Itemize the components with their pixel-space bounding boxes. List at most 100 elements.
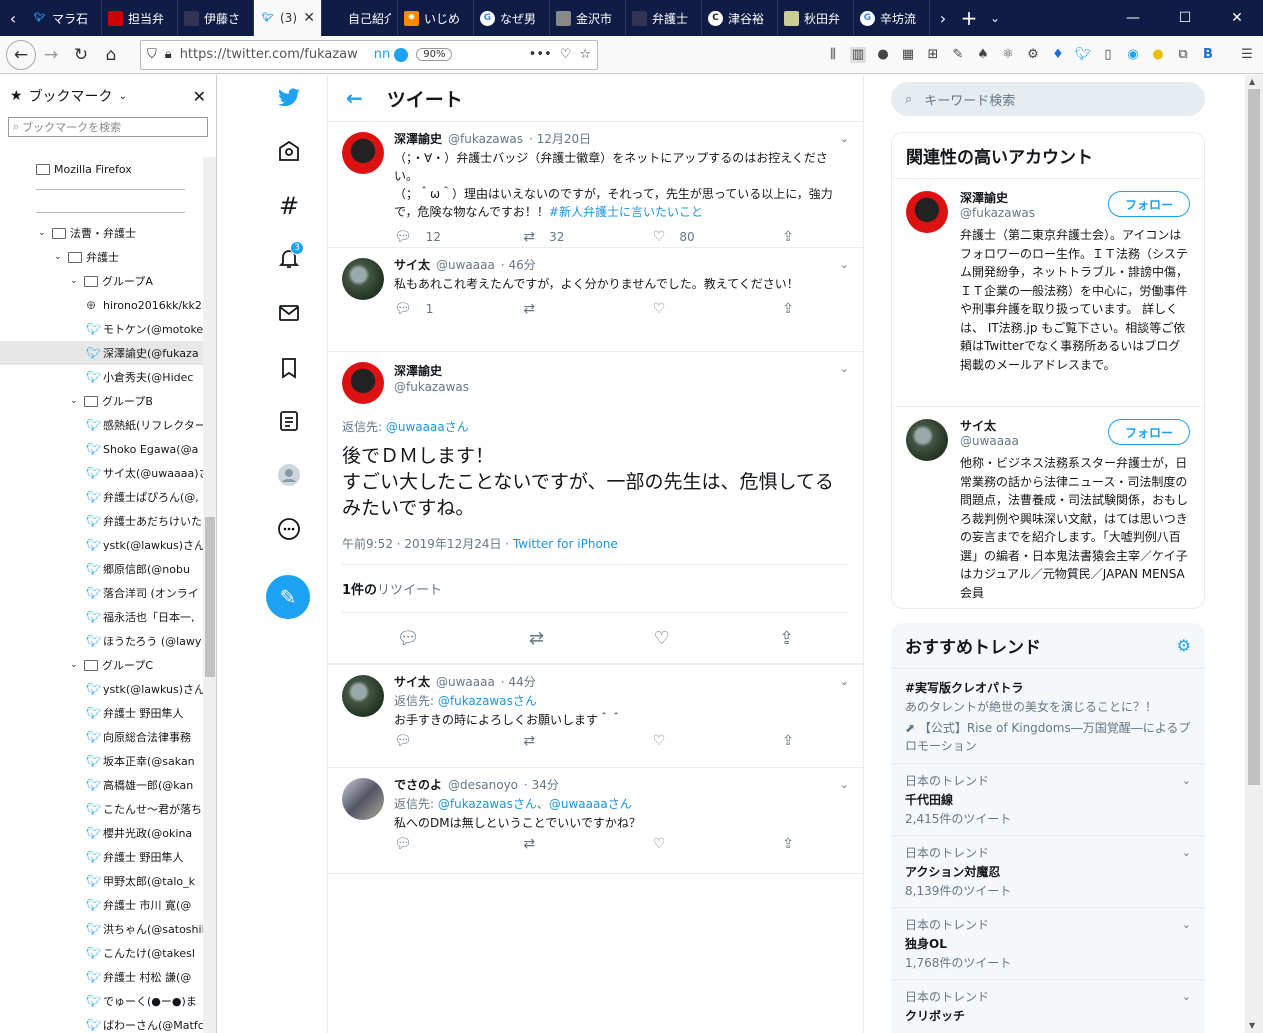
extensions-icon[interactable]: ⊞ <box>925 47 941 63</box>
extension-dot-icon[interactable] <box>394 47 409 62</box>
bookmark-search-input[interactable]: ⌕ ブックマークを検索 <box>8 117 208 137</box>
tab-3[interactable]: 🐦︎ (3) ✕ <box>254 0 322 36</box>
new-tab-button[interactable]: + <box>956 0 982 36</box>
library-icon[interactable]: ⫼ <box>825 47 841 63</box>
close-icon[interactable]: ✕ <box>193 87 206 106</box>
messages-mail-icon[interactable] <box>274 298 304 328</box>
author-handle[interactable]: @desanoyo <box>448 778 518 792</box>
chevron-down-icon[interactable]: ⌄ <box>70 276 80 286</box>
twitter-logo-icon[interactable] <box>274 83 304 113</box>
tab-list-button[interactable]: ⌄ <box>982 0 1008 36</box>
bookmark-item[interactable]: 🐦︎ 甲野太郎(@talo_k <box>0 869 203 893</box>
bookmark-star-icon[interactable]: ☆ <box>579 47 591 62</box>
retweet-icon[interactable]: ⇄ <box>529 628 544 649</box>
tab-5[interactable]: ✸ いじめ <box>398 0 474 36</box>
avatar[interactable] <box>906 419 948 461</box>
translate-icon[interactable]: ⚛ <box>1000 47 1016 63</box>
avatar[interactable] <box>342 132 384 174</box>
tweet-time[interactable]: · 34分 <box>524 776 559 793</box>
idea-icon[interactable]: ● <box>1150 47 1166 63</box>
minimize-button[interactable]: — <box>1107 0 1159 36</box>
chevron-down-icon[interactable]: ⌄ <box>1182 774 1191 787</box>
share-icon[interactable]: ⇪ <box>779 628 794 649</box>
bookmark-item[interactable]: 🐦︎ 弁護士ぱぴろん(@, <box>0 485 203 509</box>
bookmark-item[interactable]: 🐦︎ 弁護士 市川 寛(@ <box>0 893 203 917</box>
author-handle[interactable]: @uwaaaa <box>436 258 495 272</box>
bookmark-item[interactable]: 🐦︎ ystk(@lawkus)さん <box>0 533 203 557</box>
screenshot-icon[interactable]: ▦ <box>900 47 916 63</box>
avatar[interactable] <box>342 778 384 820</box>
bookmark-item[interactable]: 🐦︎ 弁護士あだちけいた <box>0 509 203 533</box>
heart-icon[interactable]: ♡ <box>654 628 670 649</box>
bookmark-folder[interactable]: ⌄ 法曹・弁護士 <box>0 221 203 245</box>
like-button[interactable]: ♡ <box>653 301 753 317</box>
bookmark-item[interactable]: 🐦︎ ばわーさん(@Matfc <box>0 1013 203 1033</box>
retweet-summary[interactable]: 1件のリツイート <box>342 565 849 613</box>
author-name[interactable]: でさのよ <box>394 776 442 793</box>
tab-9[interactable]: C 津谷裕 <box>702 0 778 36</box>
scroll-down-icon[interactable]: ▼ <box>1249 1021 1255 1030</box>
tab-0[interactable]: 🐦︎ マラ石 <box>26 0 102 36</box>
avatar[interactable] <box>906 191 948 233</box>
more-options-icon[interactable] <box>274 514 304 544</box>
reply-button[interactable]: 💬︎ 1 <box>394 301 494 317</box>
bookmark-item[interactable]: 🐦︎ こんたけ(@takesl <box>0 941 203 965</box>
page-scrollbar[interactable]: ▲ ▼ <box>1245 75 1263 1033</box>
feedly-icon[interactable]: ♦ <box>1050 47 1066 63</box>
tweet-datetime[interactable]: 午前9:52 · 2019年12月24日 · <box>342 537 513 551</box>
back-button[interactable]: ← <box>6 39 36 70</box>
home-icon[interactable] <box>274 136 304 166</box>
reply-to-link[interactable]: @uwaaaaさん <box>549 797 632 811</box>
trend-item[interactable]: 日本のトレンド クリボッチ ⌄ <box>891 980 1205 1032</box>
like-button[interactable]: ♡ 80 <box>653 229 753 245</box>
evernote-icon[interactable]: ♠ <box>975 47 991 63</box>
back-arrow-icon[interactable]: ← <box>346 86 363 110</box>
tweet-time[interactable]: · 44分 <box>501 673 536 690</box>
tab-4[interactable]: 自己紹介 <box>322 0 398 36</box>
account-card[interactable]: サイ太 @uwaaaa フォロー 他称・ビジネス法務系スター弁護士が，日常業務の… <box>892 407 1204 608</box>
tweet-time[interactable]: · 46分 <box>501 256 536 273</box>
tab-scroll-left-button[interactable]: ‹ <box>0 0 26 36</box>
tweet-reply[interactable]: サイ太 @uwaaaa · 46分 ⌄ 私もあれこれ考えたんですが，よく分かりま… <box>328 248 863 352</box>
scrollbar-thumb[interactable] <box>1248 89 1260 785</box>
tab-6[interactable]: G なぜ男 <box>474 0 550 36</box>
reply-button[interactable]: 💬︎ 12 <box>394 229 494 245</box>
bookmark-item[interactable]: 🐦︎ 櫻井光政(@okina <box>0 821 203 845</box>
bookmark-folder[interactable]: Mozilla Firefox <box>0 157 203 181</box>
trend-item[interactable]: 日本のトレンド 独身OL 1,768件のツイート ⌄ <box>891 908 1205 980</box>
bookmark-item[interactable]: 🐦︎ 弁護士 野田隼人 <box>0 845 203 869</box>
chevron-down-icon[interactable]: ⌄ <box>1182 990 1191 1003</box>
sidebar-toggle-icon[interactable]: ▥ <box>850 46 866 63</box>
bookmark-item[interactable]: 🐦︎ 洪ちゃん(@satoshil <box>0 917 203 941</box>
bookmark-item[interactable]: 🐦︎ 福永活也「日本一, <box>0 605 203 629</box>
menu-icon[interactable]: ☰ <box>1239 47 1255 63</box>
b-icon[interactable]: B <box>1200 47 1216 63</box>
author-name[interactable]: 深澤諭史 <box>394 362 469 380</box>
reload-button[interactable]: ↻ <box>66 40 96 70</box>
chevron-down-icon[interactable]: ⌄ <box>70 396 80 406</box>
chevron-down-icon[interactable]: ⌄ <box>840 362 849 375</box>
chevron-down-icon[interactable]: ⌄ <box>840 132 849 145</box>
bookmark-item[interactable]: 🐦︎ こたんせ〜君が落ち <box>0 797 203 821</box>
chevron-down-icon[interactable]: ⌄ <box>38 228 48 238</box>
bird-icon[interactable]: ◉ <box>1125 47 1141 63</box>
tab-7[interactable]: 金沢市 <box>550 0 626 36</box>
tab-8[interactable]: 弁護士 <box>626 0 702 36</box>
client-link[interactable]: Twitter for iPhone <box>513 537 618 551</box>
chevron-down-icon[interactable]: ⌄ <box>840 778 849 791</box>
twitter-icon[interactable]: 🐦︎ <box>1075 47 1092 63</box>
account-icon[interactable]: ● <box>875 47 891 63</box>
scroll-up-icon[interactable]: ▲ <box>1249 77 1255 86</box>
page-actions-icon[interactable]: ••• <box>529 47 552 62</box>
author-name[interactable]: サイ太 <box>394 673 430 690</box>
profile-avatar-icon[interactable] <box>274 460 304 490</box>
chevron-down-icon[interactable]: ⌄ <box>1182 846 1191 859</box>
zoom-level[interactable]: 90% <box>416 48 453 61</box>
bookmark-item[interactable]: 🐦︎ 高橋雄一郎(@kan <box>0 773 203 797</box>
bookmark-item[interactable]: 🐦︎ ほうたろう (@lawy <box>0 629 203 653</box>
avatar[interactable] <box>342 258 384 300</box>
scrollbar-thumb[interactable] <box>205 517 215 677</box>
close-window-button[interactable]: ✕ <box>1211 0 1263 36</box>
bookmark-item[interactable]: 🐦︎ ystk(@lawkus)さん <box>0 677 203 701</box>
retweet-button[interactable]: ⇄ <box>523 301 623 317</box>
